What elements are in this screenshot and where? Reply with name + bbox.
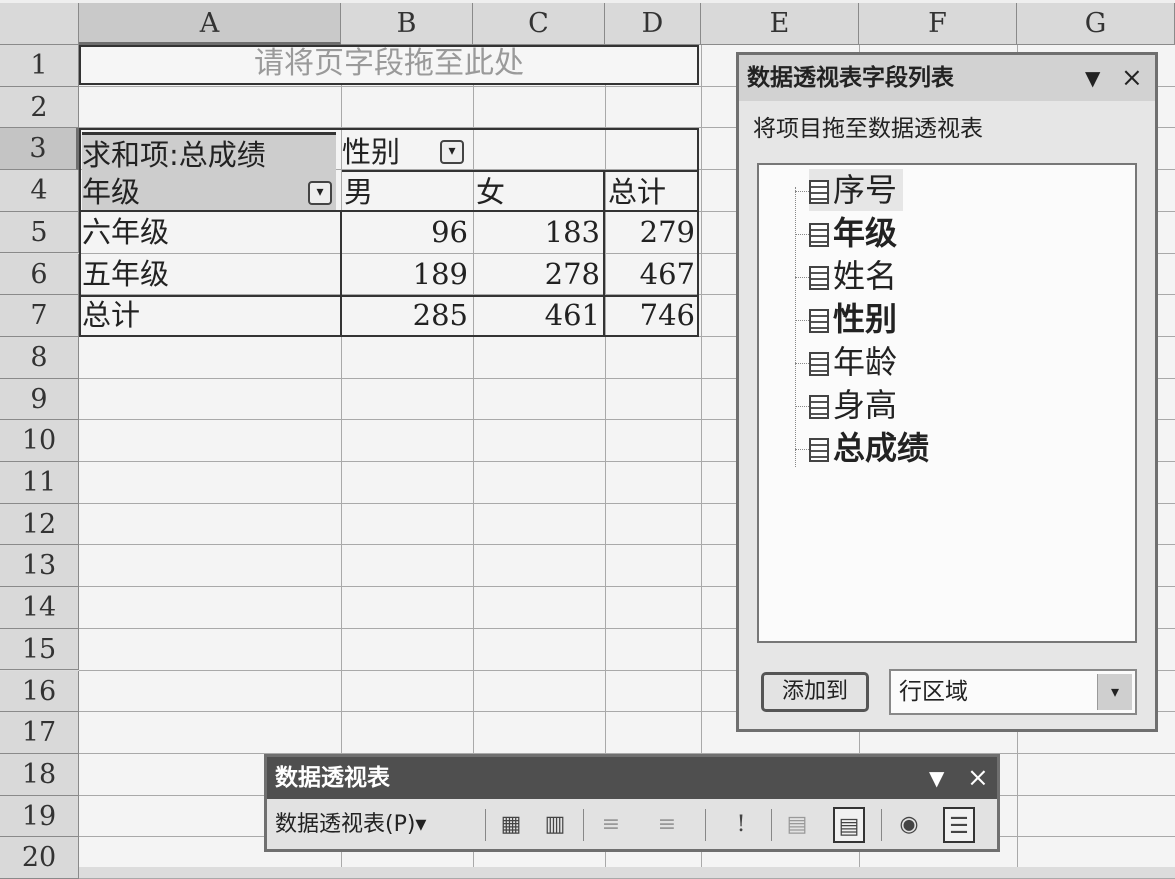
row-header-1[interactable]: 1: [0, 45, 79, 87]
field-icon: [809, 352, 829, 376]
include-hidden-icon[interactable]: ▤: [781, 807, 813, 843]
pivot-total-divider: [603, 170, 605, 337]
field-item[interactable]: 年级: [809, 212, 897, 254]
field-item[interactable]: 姓名: [809, 255, 897, 297]
row-header-18[interactable]: 18: [0, 753, 79, 796]
field-label: 年龄: [833, 343, 898, 381]
separator: [771, 809, 772, 841]
row-header-8[interactable]: 8: [0, 336, 79, 379]
field-listbox[interactable]: 序号年级姓名性别年龄身高总成绩: [757, 163, 1137, 643]
field-label: 姓名: [833, 257, 898, 295]
column-header-G[interactable]: G: [1017, 3, 1175, 45]
field-list-icon[interactable]: ☰: [943, 807, 975, 843]
field-icon: [809, 223, 829, 247]
pivot-rowarea-border: [79, 210, 342, 337]
toolbar-minimize-icon[interactable]: ▼: [929, 757, 944, 799]
separator: [583, 809, 584, 841]
add-to-button[interactable]: 添加到: [761, 672, 869, 712]
pivot-toolbar[interactable]: 数据透视表 ▼ × 数据透视表(P)▾ ▦ ▥ ≡ ≡ ! ▤ ▤ ◉ ☰: [264, 754, 1000, 852]
format-report-icon[interactable]: ▦: [495, 807, 527, 843]
pivot-toolbar-title[interactable]: 数据透视表: [267, 757, 997, 799]
pivot-colheader-divider: [342, 170, 699, 172]
row-header-3[interactable]: 3: [0, 128, 79, 171]
row-header-12[interactable]: 12: [0, 503, 79, 546]
row-header-5[interactable]: 5: [0, 211, 79, 254]
row-header-11[interactable]: 11: [0, 462, 79, 504]
row-header-4[interactable]: 4: [0, 170, 79, 212]
column-header-E[interactable]: E: [701, 3, 859, 45]
field-item[interactable]: 序号: [809, 169, 904, 211]
area-select-value: 行区域: [899, 679, 968, 705]
column-header-B[interactable]: B: [341, 3, 473, 45]
separator: [485, 809, 486, 841]
column-header-F[interactable]: F: [859, 3, 1017, 45]
column-header-D[interactable]: D: [605, 3, 701, 45]
area-select[interactable]: 行区域 ▾: [889, 669, 1137, 715]
field-settings-icon[interactable]: ◉: [893, 807, 925, 843]
pivot-menu-button[interactable]: 数据透视表(P)▾: [275, 807, 426, 843]
row-header-13[interactable]: 13: [0, 545, 79, 588]
pivot-toolbar-title-text: 数据透视表: [275, 765, 390, 791]
show-detail-icon[interactable]: ≡: [651, 807, 683, 843]
page-field-drop-zone[interactable]: 请将页字段拖至此处: [79, 45, 699, 85]
field-item[interactable]: 年龄: [809, 341, 897, 383]
row-header-2[interactable]: 2: [0, 86, 79, 129]
row-header-14[interactable]: 14: [0, 587, 79, 629]
field-item[interactable]: 身高: [809, 384, 897, 426]
always-display-icon[interactable]: ▤: [833, 807, 865, 843]
refresh-icon[interactable]: !: [725, 807, 757, 843]
pivot-field-list-panel[interactable]: 数据透视表字段列表 ▼ × 将项目拖至数据透视表 序号年级姓名性别年龄身高总成绩…: [736, 52, 1158, 732]
hide-detail-icon[interactable]: ≡: [595, 807, 627, 843]
pivot-header-divider: [79, 210, 699, 212]
row-header-19[interactable]: 19: [0, 795, 79, 838]
row-header-6[interactable]: 6: [0, 253, 79, 296]
field-list-instruction: 将项目拖至数据透视表: [753, 116, 983, 142]
column-header-C[interactable]: C: [473, 3, 605, 45]
row-header-15[interactable]: 15: [0, 628, 79, 671]
field-item[interactable]: 性别: [809, 298, 897, 340]
select-all-corner[interactable]: [0, 3, 79, 45]
field-label: 性别: [833, 300, 898, 338]
field-icon: [809, 438, 829, 462]
field-label: 序号: [833, 171, 898, 209]
field-label: 年级: [833, 214, 898, 252]
chevron-down-icon[interactable]: ▾: [1097, 674, 1132, 710]
separator: [881, 809, 882, 841]
field-icon: [809, 309, 829, 333]
field-list-close-icon[interactable]: ×: [1121, 55, 1143, 101]
row-header-20[interactable]: 20: [0, 837, 79, 879]
row-header-17[interactable]: 17: [0, 712, 79, 754]
pivot-grandtotal-divider: [79, 295, 699, 297]
chart-wizard-icon[interactable]: ▥: [539, 807, 571, 843]
field-icon: [809, 266, 829, 290]
field-list-minimize-icon[interactable]: ▼: [1085, 55, 1100, 101]
field-list-title-text: 数据透视表字段列表: [747, 65, 954, 91]
toolbar-close-icon[interactable]: ×: [967, 757, 989, 799]
field-label: 总成绩: [833, 429, 930, 467]
row-header-9[interactable]: 9: [0, 378, 79, 421]
separator: [705, 809, 706, 841]
row-header-16[interactable]: 16: [0, 670, 79, 713]
field-icon: [809, 395, 829, 419]
column-header-A[interactable]: A: [79, 3, 341, 45]
field-icon: [809, 180, 829, 204]
tree-dotted-line: [795, 187, 797, 467]
row-header-7[interactable]: 7: [0, 295, 79, 337]
field-item[interactable]: 总成绩: [809, 427, 929, 469]
field-label: 身高: [833, 386, 898, 424]
row-header-10[interactable]: 10: [0, 420, 79, 462]
